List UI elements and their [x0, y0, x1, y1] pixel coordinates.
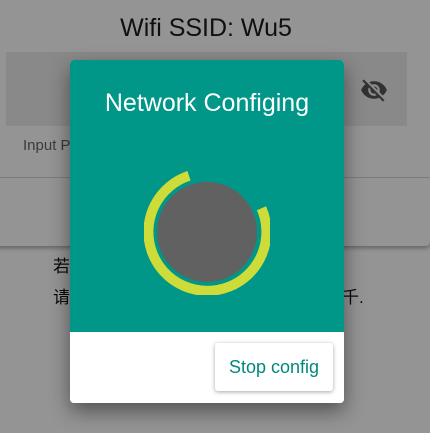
stop-config-button[interactable]: Stop config: [215, 343, 333, 391]
dialog-title: Network Configing: [104, 89, 310, 117]
loading-spinner-icon: [144, 171, 270, 295]
network-config-dialog: Network Configing Stop config: [70, 60, 344, 403]
